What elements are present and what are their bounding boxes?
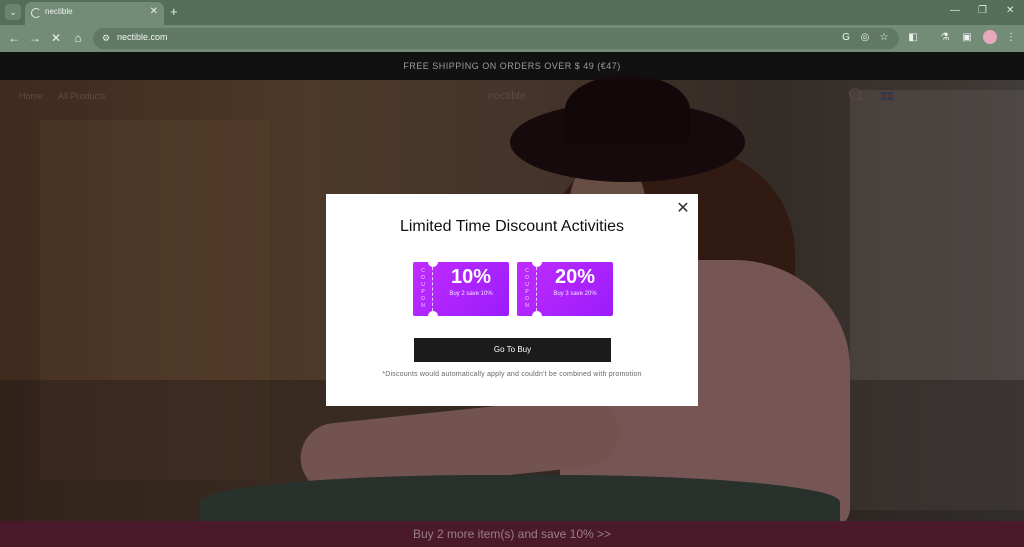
go-to-buy-button[interactable]: Go To Buy: [414, 338, 611, 362]
google-lens-icon[interactable]: G: [839, 31, 853, 45]
address-bar[interactable]: ⚙ nectible.com G ◎ ☆: [93, 28, 899, 49]
close-window-button[interactable]: ✕: [1006, 4, 1014, 18]
coupon-notch: [532, 311, 542, 321]
minimize-button[interactable]: —: [950, 4, 960, 18]
tab-close-icon[interactable]: ✕: [150, 6, 158, 18]
url-text: nectible.com: [117, 32, 168, 42]
menu-kebab-icon[interactable]: ⋮: [1003, 30, 1019, 46]
labs-flask-icon[interactable]: ⚗: [937, 30, 953, 46]
coupon-notch: [428, 311, 438, 321]
profile-avatar[interactable]: [983, 30, 997, 44]
eye-off-icon[interactable]: ◎: [858, 31, 872, 45]
coupon-stub: COUPON: [413, 262, 433, 316]
tab-nectible[interactable]: nectible ✕: [25, 2, 164, 25]
discount-modal: ✕ Limited Time Discount Activities COUPO…: [326, 194, 698, 406]
coupon-stub-label: COUPON: [525, 268, 529, 309]
restore-button[interactable]: ❐: [978, 4, 987, 18]
webpage: FREE SHIPPING ON ORDERS OVER $ 49 (€47) …: [0, 52, 1024, 547]
site-info-icon[interactable]: ⚙: [99, 31, 113, 45]
forward-button[interactable]: →: [27, 30, 43, 46]
discount-disclaimer: *Discounts would automatically apply and…: [382, 371, 642, 378]
coupon-description: Buy 2 save 10%: [449, 291, 493, 297]
stop-loading-button[interactable]: ✕: [48, 30, 64, 46]
bookmark-star-icon[interactable]: ☆: [877, 31, 891, 45]
coupon-description: Buy 3 save 20%: [553, 291, 597, 297]
coupon-card[interactable]: COUPON 10% Buy 2 save 10%: [413, 257, 509, 321]
announcement-bar: FREE SHIPPING ON ORDERS OVER $ 49 (€47): [0, 52, 1024, 80]
coupon-stub-label: COUPON: [421, 268, 425, 309]
coupon-percent: 20%: [554, 266, 596, 288]
tab-title: nectible: [45, 7, 73, 16]
browser-tab-bar: ⌄ nectible ✕ + — ❐ ✕: [0, 0, 1024, 25]
modal-title: Limited Time Discount Activities: [399, 218, 625, 235]
back-button[interactable]: ←: [6, 30, 22, 46]
loading-spinner-icon: [31, 8, 41, 18]
side-panel-icon[interactable]: ▣: [959, 30, 975, 46]
coupon-percent: 10%: [450, 266, 492, 288]
tab-search-button[interactable]: ⌄: [5, 4, 21, 20]
home-button[interactable]: ⌂: [70, 30, 86, 46]
browser-toolbar: ← → ✕ ⌂ ⚙ nectible.com G ◎ ☆ ◧ ⚗ ▣ ⋮: [0, 25, 1024, 52]
coupon-stub: COUPON: [517, 262, 537, 316]
promo-bottom-bar[interactable]: Buy 2 more item(s) and save 10% >>: [0, 521, 1024, 547]
coupon-card[interactable]: COUPON 20% Buy 3 save 20%: [517, 257, 613, 321]
new-tab-button[interactable]: +: [170, 3, 178, 20]
extensions-icon[interactable]: ◧: [905, 30, 921, 46]
close-icon[interactable]: ✕: [676, 201, 690, 217]
